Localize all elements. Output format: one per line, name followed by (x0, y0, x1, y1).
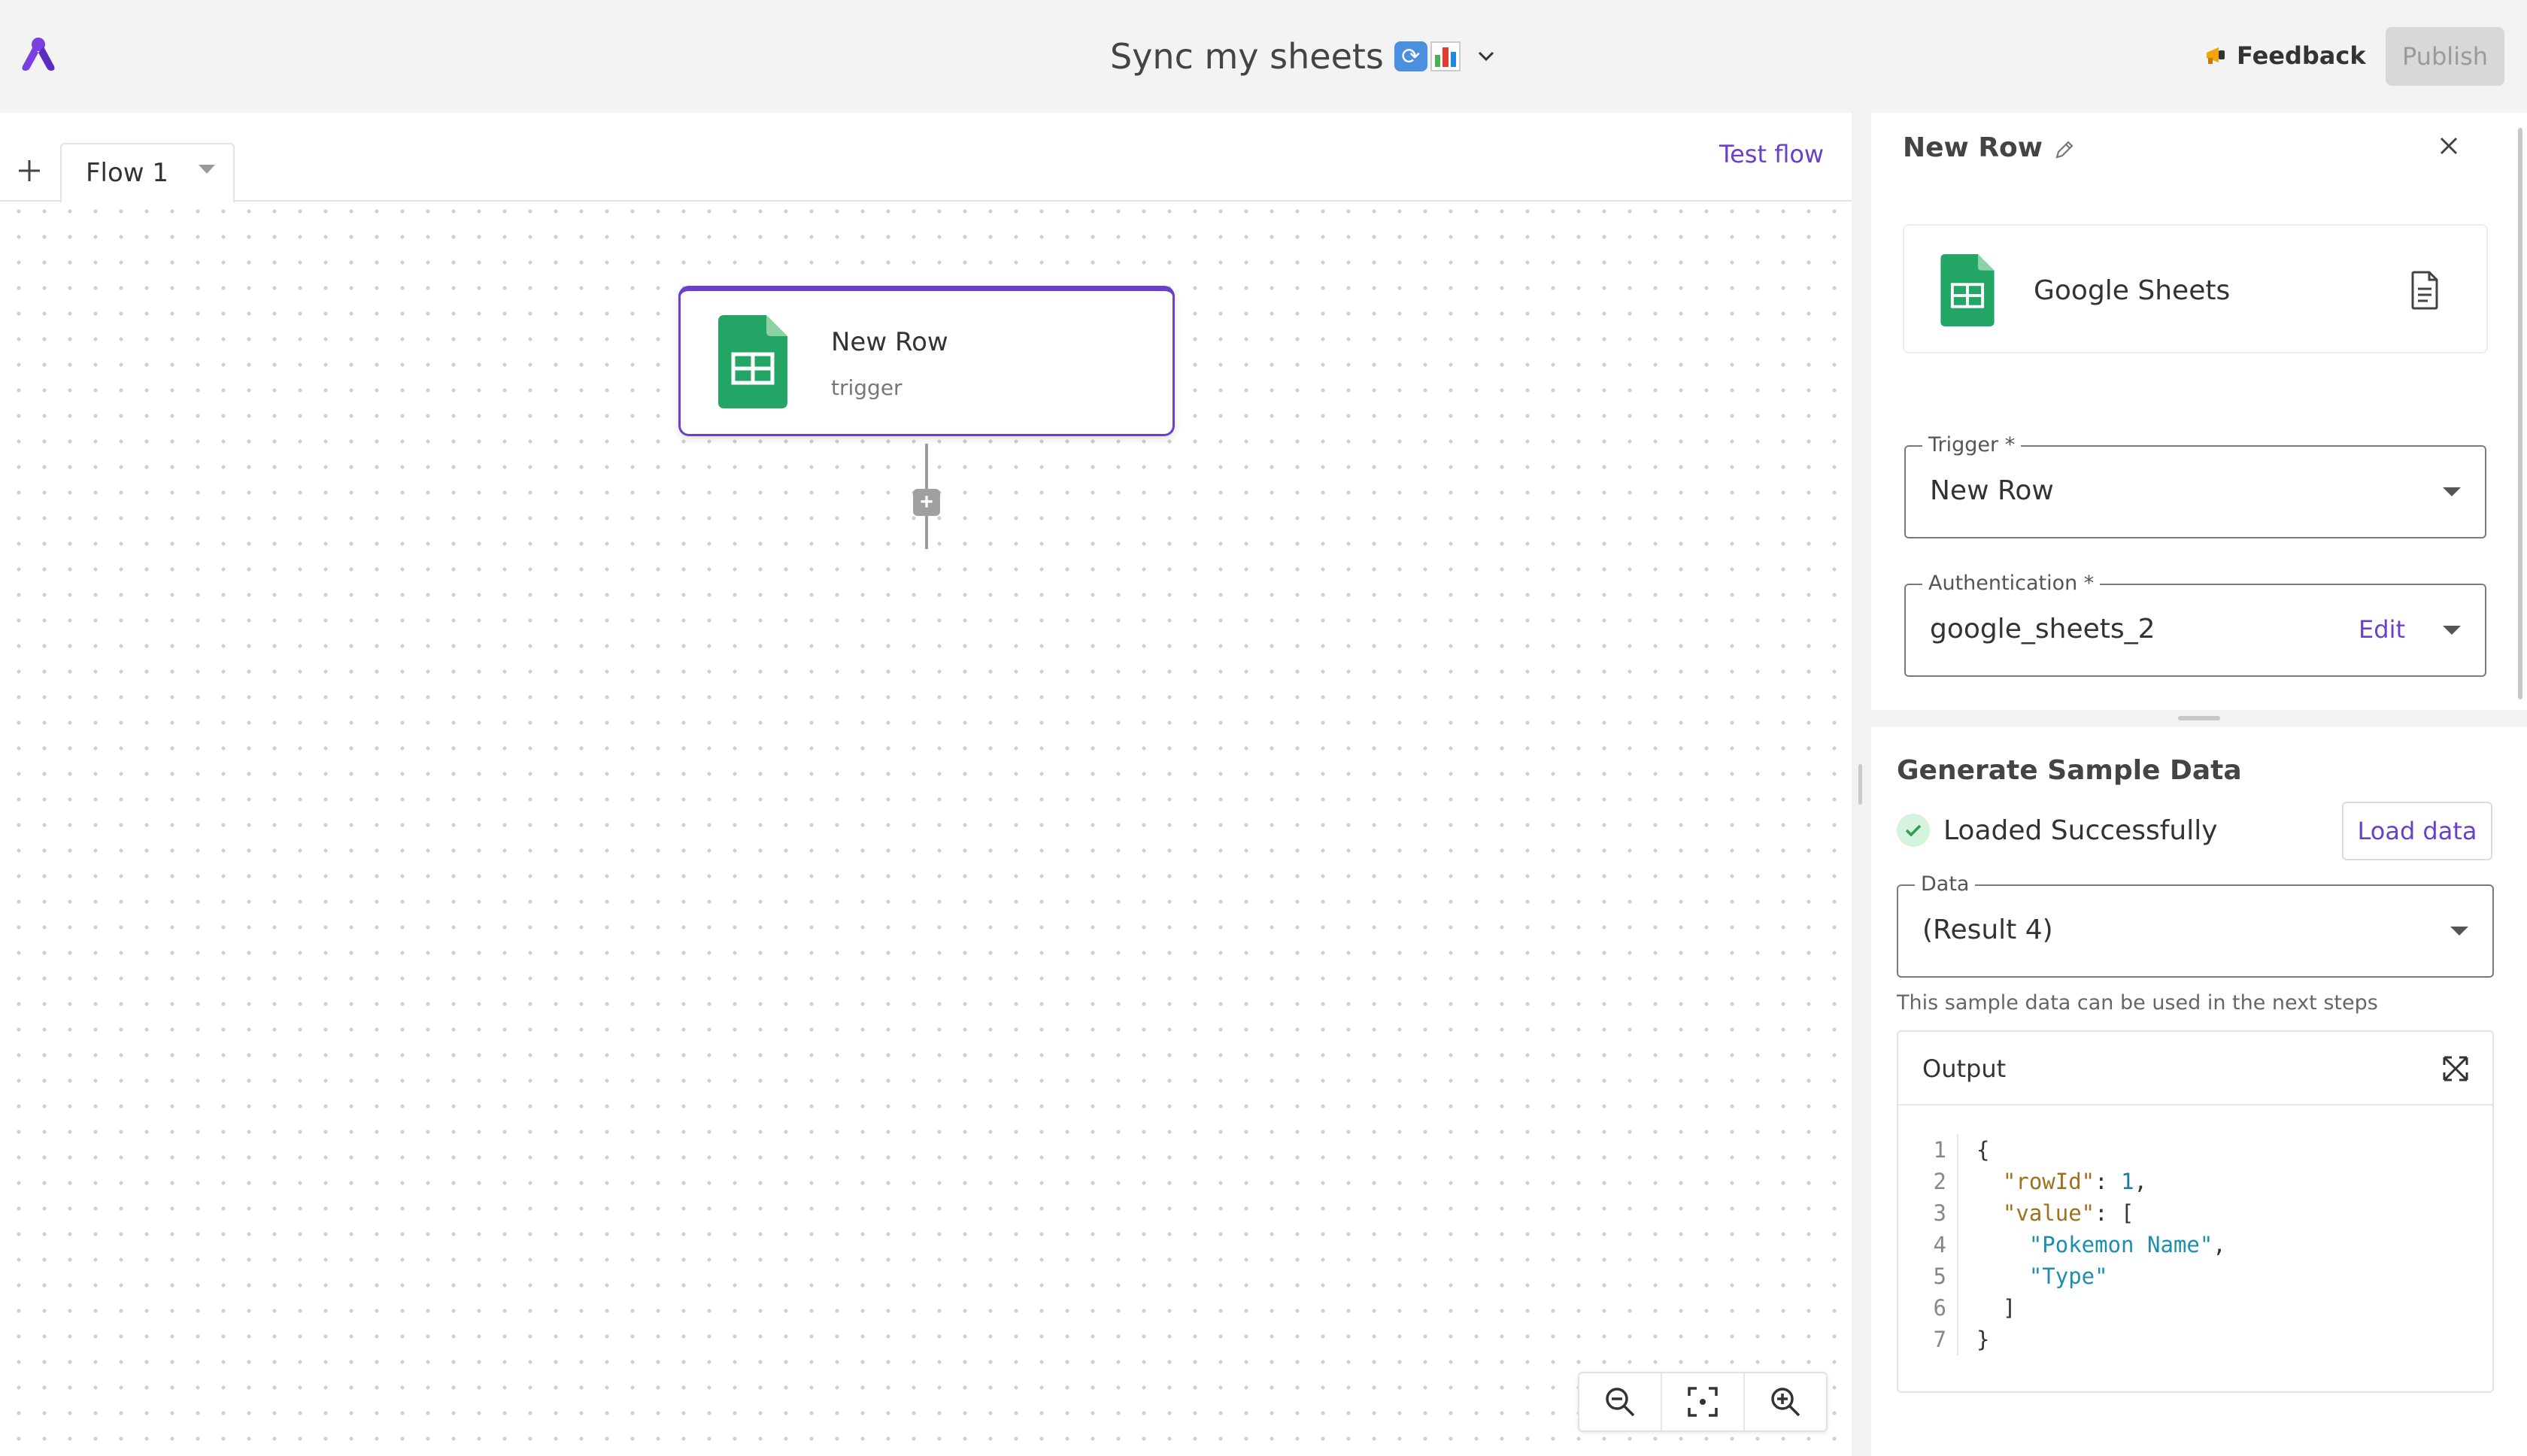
authentication-select[interactable]: Authentication * google_sheets_2 Edit (1904, 572, 2486, 677)
output-viewer: Output 1{ 2 "rowId": 1, 3 "value": [ 4 "… (1897, 1030, 2494, 1393)
code-line: 3 "value": [ (1916, 1197, 2473, 1229)
code-line: 1{ (1916, 1134, 2473, 1166)
sample-data-hint: This sample data can be used in the next… (1897, 991, 2378, 1015)
top-bar: Sync my sheets ⟳ Feedback Publish (0, 0, 2527, 113)
close-icon[interactable] (2434, 131, 2464, 161)
panel-title: New Row (1903, 132, 2076, 163)
sample-data-title: Generate Sample Data (1897, 755, 2242, 786)
publish-button[interactable]: Publish (2386, 27, 2504, 86)
node-subtitle: trigger (831, 375, 902, 400)
megaphone-icon (2204, 43, 2229, 68)
sync-emoji-icon: ⟳ (1394, 41, 1427, 71)
add-step-plus-icon[interactable]: + (913, 489, 940, 516)
trigger-label: Trigger * (1922, 433, 2022, 457)
add-flow-tab-icon[interactable] (11, 152, 48, 190)
bar-chart-emoji-icon (1430, 41, 1461, 71)
zoom-controls (1578, 1372, 1828, 1432)
title-emoji-group: ⟳ (1394, 41, 1461, 71)
sample-data-select[interactable]: Data (Result 4) (1897, 872, 2494, 978)
tab-label: Flow 1 (86, 158, 169, 188)
code-line: 4 "Pokemon Name", (1916, 1229, 2473, 1260)
data-value: (Result 4) (1922, 915, 2053, 945)
caret-down-icon[interactable] (2443, 626, 2461, 635)
zoom-out-icon[interactable] (1579, 1373, 1662, 1430)
code-line: 2 "rowId": 1, (1916, 1166, 2473, 1197)
load-status: Loaded Successfully (1897, 814, 2218, 847)
pencil-icon[interactable] (2053, 137, 2076, 159)
piece-card: Google Sheets (1903, 224, 2488, 353)
load-status-text: Loaded Successfully (1943, 814, 2218, 846)
trigger-select[interactable]: Trigger * New Row (1904, 433, 2486, 538)
panel-scrollbar[interactable] (2518, 128, 2522, 699)
load-data-button[interactable]: Load data (2342, 802, 2492, 860)
google-sheets-icon (1940, 254, 1995, 326)
feedback-label: Feedback (2237, 41, 2366, 70)
code-line: 6 ] (1916, 1292, 2473, 1324)
zoom-in-icon[interactable] (1745, 1373, 1826, 1430)
data-label: Data (1915, 872, 1976, 896)
json-code[interactable]: 1{ 2 "rowId": 1, 3 "value": [ 4 "Pokemon… (1916, 1134, 2473, 1355)
panel-title-text: New Row (1903, 132, 2043, 163)
authentication-label: Authentication * (1922, 572, 2101, 595)
flow-title-text: Sync my sheets (1110, 36, 1384, 77)
code-line: 5 "Type" (1916, 1260, 2473, 1292)
trigger-node[interactable]: New Row trigger (678, 286, 1175, 436)
authentication-value: google_sheets_2 (1930, 614, 2155, 645)
caret-down-icon[interactable] (199, 165, 216, 174)
test-flow-button[interactable]: Test flow (1719, 140, 1824, 168)
output-header: Output (1898, 1032, 2492, 1106)
edit-connection-button[interactable]: Edit (2359, 615, 2405, 644)
output-title: Output (1922, 1054, 2007, 1083)
check-circle-icon (1897, 814, 1930, 847)
documentation-icon[interactable] (2407, 268, 2444, 313)
splitter-handle[interactable] (1858, 764, 1862, 805)
fit-view-icon[interactable] (1662, 1373, 1745, 1430)
tab-flow-1[interactable]: Flow 1 (60, 143, 235, 203)
panel-resize-grip[interactable] (2178, 716, 2220, 720)
flow-tab-bar: Flow 1 Test flow (0, 113, 1852, 203)
feedback-button[interactable]: Feedback (2204, 33, 2366, 78)
app-logo-icon[interactable] (18, 36, 59, 74)
caret-down-icon[interactable] (2443, 487, 2461, 496)
expand-icon[interactable] (2441, 1054, 2470, 1083)
trigger-value: New Row (1930, 475, 2054, 506)
google-sheets-icon (718, 315, 787, 408)
caret-down-icon[interactable] (2450, 927, 2468, 936)
piece-name: Google Sheets (2034, 275, 2231, 306)
code-line: 7} (1916, 1324, 2473, 1355)
chevron-down-icon[interactable] (1471, 41, 1501, 71)
flow-title[interactable]: Sync my sheets ⟳ (1110, 30, 1501, 83)
node-title: New Row (831, 327, 948, 357)
